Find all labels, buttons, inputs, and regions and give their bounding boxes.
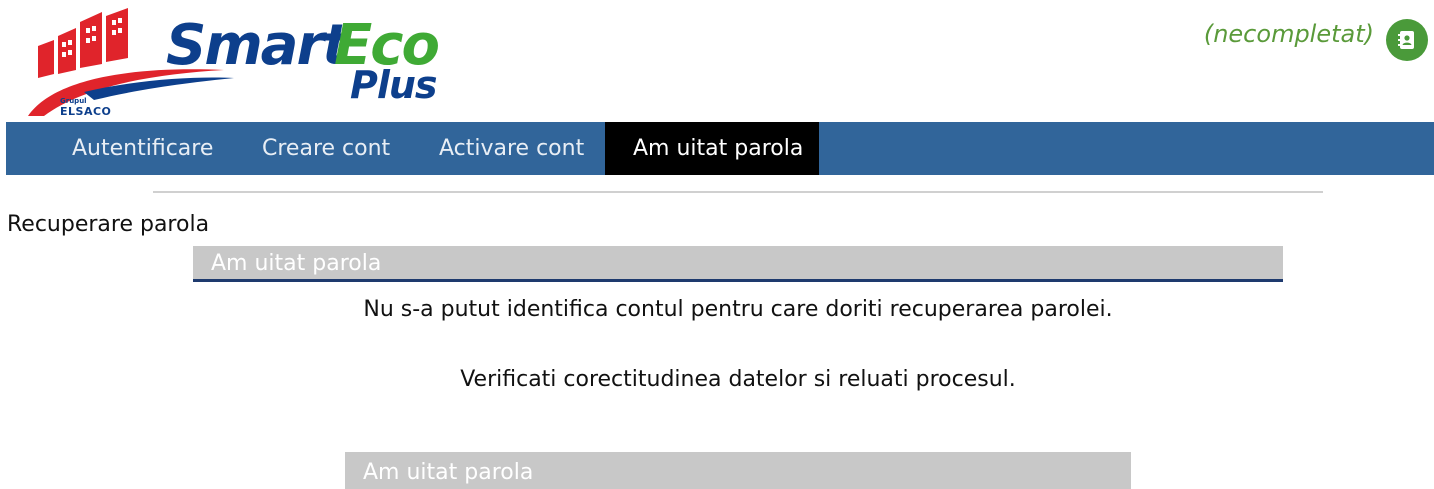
panel-header-secondary: Am uitat parola xyxy=(345,452,1131,489)
logo-elsaco-text: ELSACO xyxy=(60,105,112,118)
header: Smart Eco Plus Grupul ELSACO (necompleta… xyxy=(0,0,1434,121)
contact-book-glyph xyxy=(1398,31,1414,49)
logo-smart-text: Smart xyxy=(166,13,349,78)
section-title: Recuperare parola xyxy=(7,212,210,237)
logo-plus-text: Plus xyxy=(350,63,438,107)
panel-header: Am uitat parola xyxy=(193,246,1283,282)
user-status-link[interactable]: (necompletat) xyxy=(1204,22,1374,46)
instruction-message: Verificati corectitudinea datelor si rel… xyxy=(460,367,1016,392)
nav-item-creare-cont[interactable]: Creare cont xyxy=(234,122,418,175)
smart-eco-plus-logo[interactable]: Smart Eco Plus Grupul ELSACO xyxy=(24,8,454,120)
contact-book-icon[interactable] xyxy=(1386,19,1428,61)
logo-grupul-text: Grupul xyxy=(60,97,87,105)
horizontal-divider xyxy=(153,191,1323,193)
nav-item-am-uitat-parola[interactable]: Am uitat parola xyxy=(605,122,819,175)
main-nav: Autentificare Creare cont Activare cont … xyxy=(6,122,1434,175)
page: Smart Eco Plus Grupul ELSACO (necompleta… xyxy=(0,0,1434,489)
nav-item-autentificare[interactable]: Autentificare xyxy=(44,122,241,175)
error-message: Nu s-a putut identifica contul pentru ca… xyxy=(363,297,1113,322)
nav-item-activare-cont[interactable]: Activare cont xyxy=(411,122,612,175)
